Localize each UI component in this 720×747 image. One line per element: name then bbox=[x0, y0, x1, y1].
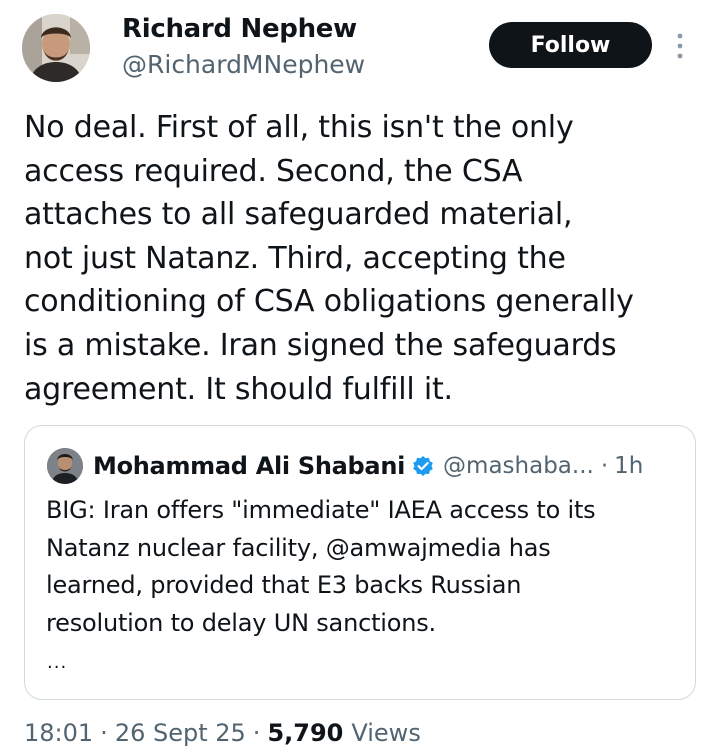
vertical-ellipsis-icon[interactable] bbox=[673, 30, 687, 62]
quote-header: Mohammad Ali Shabani @mashaba... · 1h bbox=[93, 448, 643, 484]
author-display-name[interactable]: Richard Nephew bbox=[122, 14, 357, 44]
quote-separator-dot: · bbox=[600, 453, 609, 479]
tweet-date[interactable]: 26 Sept 25 bbox=[115, 719, 246, 747]
views-label: Views bbox=[351, 719, 421, 747]
quote-author-handle: @mashaba... bbox=[443, 453, 594, 479]
verified-badge-icon bbox=[412, 455, 434, 477]
follow-button[interactable]: Follow bbox=[489, 22, 652, 68]
quote-author-avatar bbox=[47, 448, 83, 484]
quoted-tweet-card[interactable]: Mohammad Ali Shabani @mashaba... · 1h BI… bbox=[24, 425, 696, 700]
tweet-meta: 18:01 · 26 Sept 25 · 5,790 Views bbox=[24, 719, 421, 747]
views-count: 5,790 bbox=[267, 719, 344, 747]
meta-separator: · bbox=[252, 719, 261, 747]
tweet-text: No deal. First of all, this isn't the on… bbox=[24, 110, 634, 407]
quote-timestamp[interactable]: 1h bbox=[614, 453, 643, 479]
quote-truncation-ellipsis: ... bbox=[47, 652, 68, 673]
person-photo-icon bbox=[47, 448, 83, 484]
quote-author-name: Mohammad Ali Shabani bbox=[93, 452, 406, 480]
quote-text: BIG: Iran offers "immediate" IAEA access… bbox=[46, 496, 596, 638]
person-photo-icon bbox=[22, 14, 90, 82]
meta-separator: · bbox=[100, 719, 108, 747]
tweet-time[interactable]: 18:01 bbox=[24, 719, 93, 747]
author-handle[interactable]: @RichardMNephew bbox=[122, 50, 365, 79]
author-avatar[interactable] bbox=[22, 14, 90, 82]
